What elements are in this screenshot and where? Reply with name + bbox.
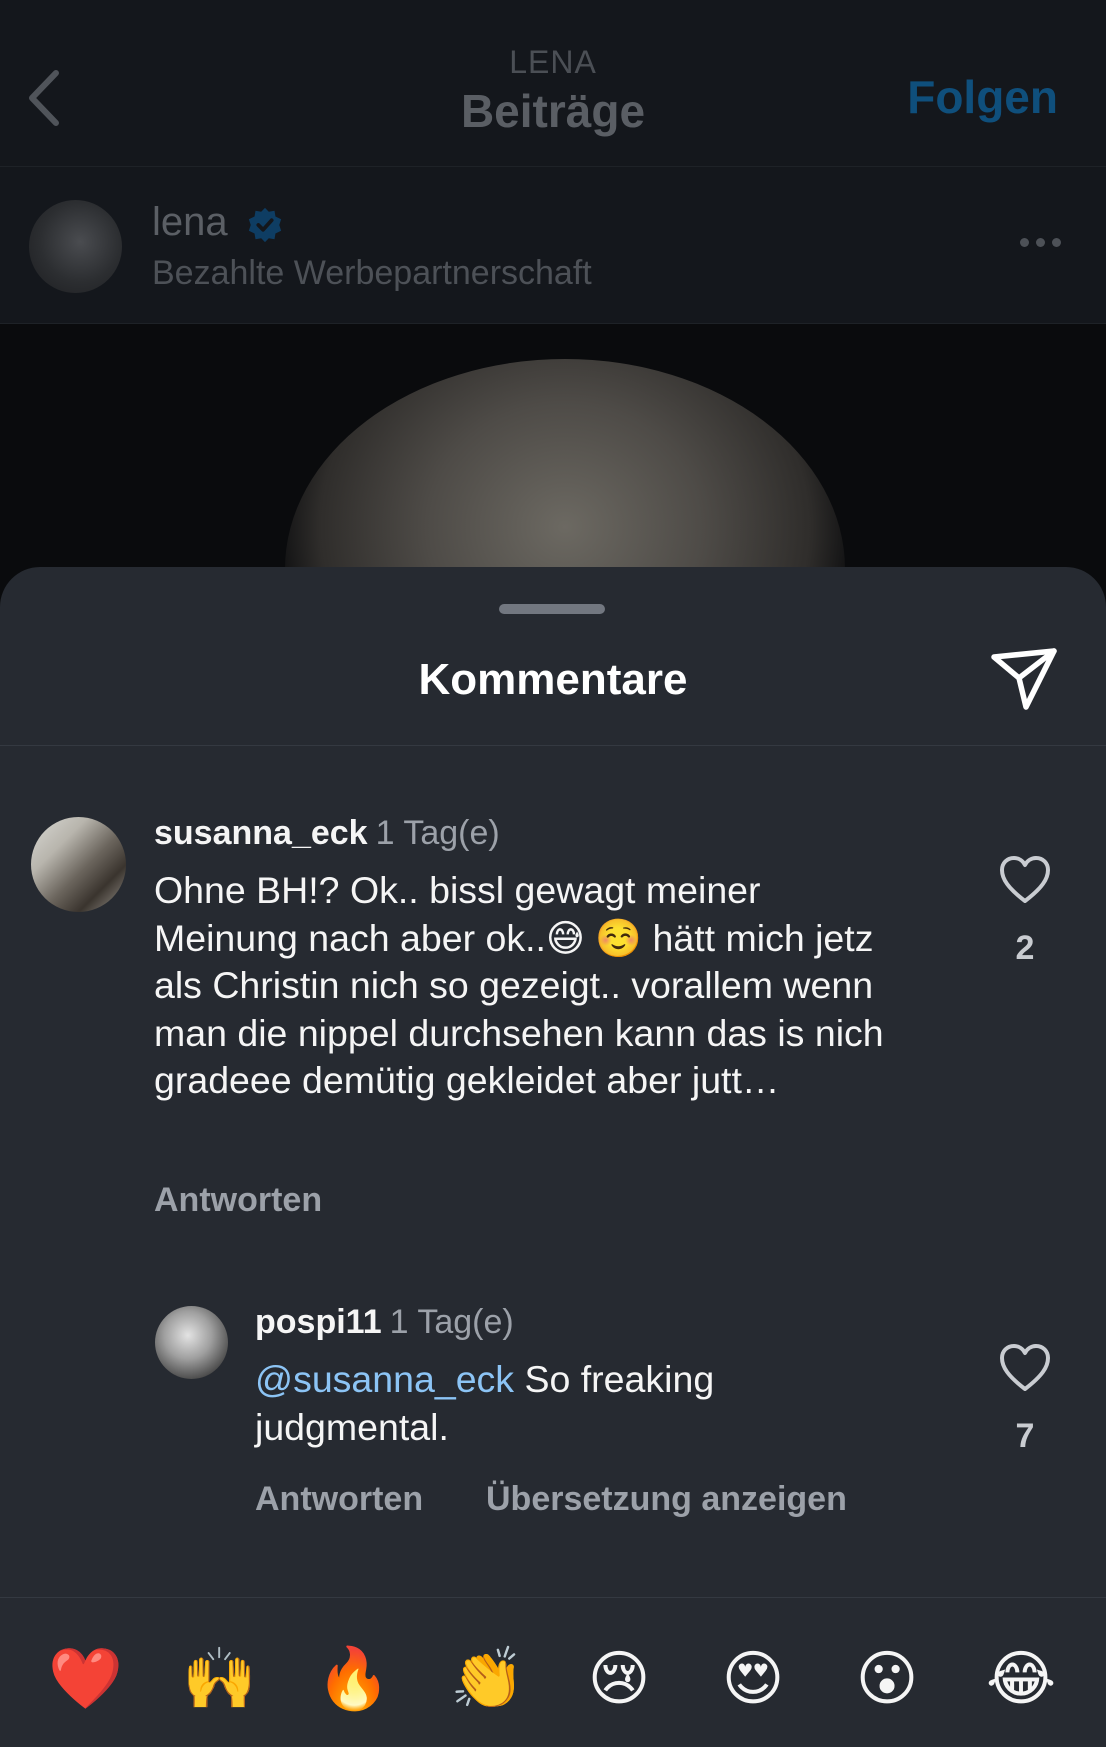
reaction-clap-emoji[interactable]: 👏 xyxy=(450,1644,525,1714)
verified-badge-icon xyxy=(248,207,282,243)
divider xyxy=(0,745,1106,746)
like-heart-icon[interactable] xyxy=(998,1343,1052,1393)
commenter-avatar[interactable] xyxy=(155,1306,228,1379)
comment-timestamp: 1 Tag(e) xyxy=(389,1303,514,1341)
comment-header: susanna_eck 1 Tag(e) xyxy=(154,814,500,853)
reaction-surprised-emoji[interactable]: 😮 xyxy=(852,1644,922,1714)
reply-button[interactable]: Antworten xyxy=(255,1480,423,1519)
like-count: 7 xyxy=(1015,1417,1035,1455)
quick-reaction-bar xyxy=(0,1598,1106,1747)
show-translation-button[interactable]: Übersetzung anzeigen xyxy=(486,1480,847,1519)
commenter-avatar[interactable] xyxy=(31,817,126,912)
reply-button[interactable]: Antworten xyxy=(154,1181,322,1220)
sheet-drag-handle[interactable] xyxy=(499,604,605,614)
comment-timestamp: 1 Tag(e) xyxy=(375,814,500,852)
author-username[interactable]: lena xyxy=(152,200,228,245)
top-navigation-bar: LENA Beiträge Folgen xyxy=(0,0,1106,166)
comment-header: pospi11 1 Tag(e) xyxy=(255,1303,514,1342)
comment-text: Ohne BH!? Ok.. bissl gewagt meiner Meinu… xyxy=(154,869,884,1101)
more-options-icon[interactable] xyxy=(1020,238,1061,247)
reaction-heart-emoji[interactable]: ❤️ xyxy=(48,1644,123,1714)
paid-partnership-label[interactable]: Bezahlte Werbepartnerschaft xyxy=(152,254,592,293)
mention-link[interactable]: @susanna_eck xyxy=(255,1358,514,1400)
comments-sheet: Kommentare susanna_eck 1 Tag(e) Ohne BH!?… xyxy=(0,567,1106,1747)
post-author-row xyxy=(0,167,1106,323)
send-icon[interactable] xyxy=(988,645,1060,713)
author-avatar[interactable] xyxy=(29,200,122,293)
comment-username[interactable]: pospi11 xyxy=(255,1303,382,1341)
reaction-laughing-emoji[interactable]: 😂 xyxy=(986,1644,1056,1714)
reaction-fire-emoji[interactable]: 🔥 xyxy=(316,1644,391,1714)
comment-text: @susanna_eck So freaking judgmental. xyxy=(255,1356,855,1451)
sheet-title: Kommentare xyxy=(418,655,688,704)
follow-button[interactable]: Folgen xyxy=(907,70,1058,124)
comment-username[interactable]: susanna_eck xyxy=(154,814,368,852)
reaction-heart-eyes-emoji[interactable]: 😍 xyxy=(718,1644,788,1714)
reaction-raised-hands-emoji[interactable]: 🙌 xyxy=(182,1644,257,1714)
reaction-crying-emoji[interactable]: 😢 xyxy=(584,1644,654,1714)
like-count: 2 xyxy=(1015,929,1035,967)
like-heart-icon[interactable] xyxy=(998,855,1052,905)
